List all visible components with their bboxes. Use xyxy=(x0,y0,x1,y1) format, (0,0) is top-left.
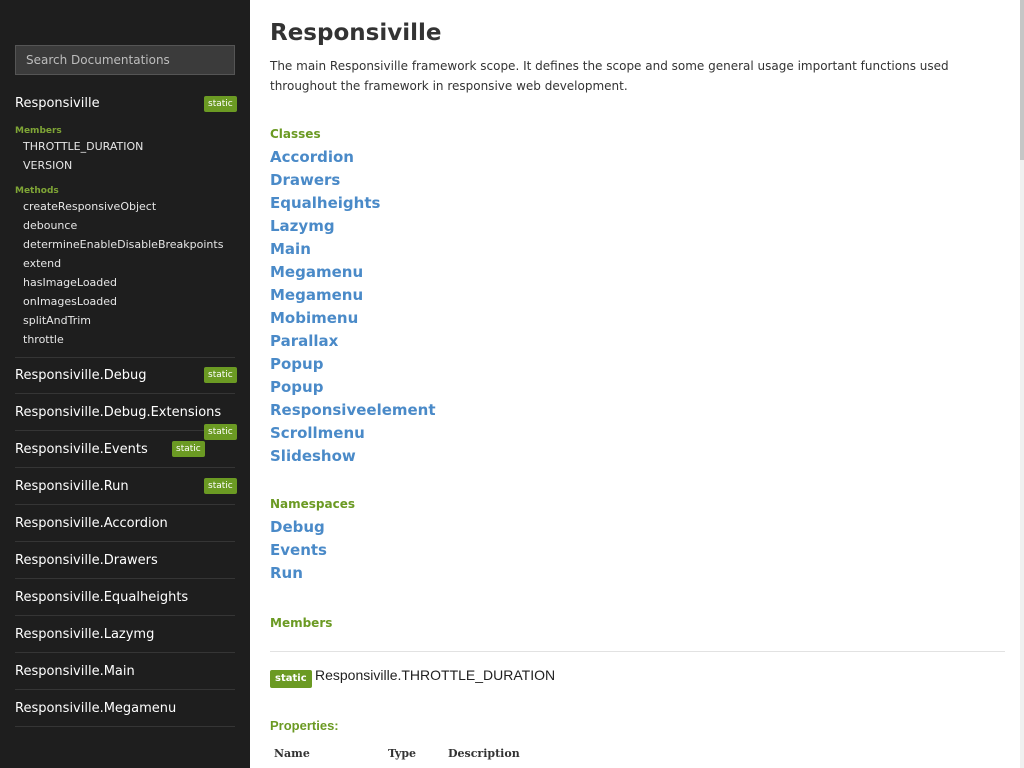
class-link[interactable]: Responsiveelement xyxy=(270,399,436,422)
class-link[interactable]: Scrollmenu xyxy=(270,422,436,445)
class-link[interactable]: Popup xyxy=(270,353,436,376)
method-item[interactable]: determineEnableDisableBreakpoints xyxy=(23,238,223,251)
search-input[interactable] xyxy=(15,45,235,75)
sidebar-item-label: Responsiville.Megamenu xyxy=(15,700,177,716)
class-link[interactable]: Main xyxy=(270,238,436,261)
namespace-link[interactable]: Run xyxy=(270,562,327,585)
class-link[interactable]: Slideshow xyxy=(270,445,436,468)
member-title: Responsiville.THROTTLE_DURATION xyxy=(315,667,556,683)
namespace-link[interactable]: Debug xyxy=(270,516,327,539)
properties-heading: Properties: xyxy=(270,718,339,733)
sidebar-item-responsiville[interactable]: Responsiville xyxy=(15,85,235,122)
static-badge: static xyxy=(204,367,237,383)
sidebar-item-label: Responsiville.Equalheights xyxy=(15,589,189,605)
sidebar-item-label: Responsiville.Accordion xyxy=(15,515,168,531)
sidebar-item-megamenu[interactable]: Responsiville.Megamenu xyxy=(15,690,235,727)
class-link[interactable]: Mobimenu xyxy=(270,307,436,330)
sidebar-item-run[interactable]: Responsiville.Run xyxy=(15,468,235,505)
static-badge: static xyxy=(172,441,205,457)
page-title: Responsiville xyxy=(270,20,442,46)
namespaces-list: Debug Events Run xyxy=(270,516,327,585)
scrollbar-thumb[interactable] xyxy=(1020,0,1024,160)
main-content: Responsiville The main Responsiville fra… xyxy=(270,0,1005,768)
class-link[interactable]: Parallax xyxy=(270,330,436,353)
sidebar-item-label: Responsiville.Main xyxy=(15,663,135,679)
method-item[interactable]: throttle xyxy=(23,333,64,346)
sidebar-item-label: Responsiville.Run xyxy=(15,478,129,494)
class-link[interactable]: Equalheights xyxy=(270,192,436,215)
member-item-throttle-duration[interactable]: THROTTLE_DURATION xyxy=(23,140,143,153)
sidebar-item-label: Responsiville.Lazymg xyxy=(15,626,155,642)
table-header-name: Name xyxy=(274,747,310,760)
method-item[interactable]: hasImageLoaded xyxy=(23,276,117,289)
static-badge: static xyxy=(204,478,237,494)
class-link[interactable]: Megamenu xyxy=(270,261,436,284)
sidebar-item-label: Responsiville.Drawers xyxy=(15,552,158,568)
namespaces-heading: Namespaces xyxy=(270,497,356,511)
class-link[interactable]: Megamenu xyxy=(270,284,436,307)
static-badge: static xyxy=(270,670,312,688)
method-item[interactable]: onImagesLoaded xyxy=(23,295,117,308)
page-scrollbar[interactable] xyxy=(1020,0,1024,768)
method-item[interactable]: splitAndTrim xyxy=(23,314,91,327)
method-item[interactable]: createResponsiveObject xyxy=(23,200,156,213)
sidebar: Responsiville static Members THROTTLE_DU… xyxy=(0,0,250,768)
sidebar-item-lazymg[interactable]: Responsiville.Lazymg xyxy=(15,616,235,653)
sidebar-item-label: Responsiville xyxy=(15,96,100,111)
members-heading: Members xyxy=(270,616,333,630)
sidebar-item-debug[interactable]: Responsiville.Debug xyxy=(15,357,235,394)
table-header-type: Type xyxy=(388,747,417,760)
sidebar-item-main[interactable]: Responsiville.Main xyxy=(15,653,235,690)
section-divider xyxy=(270,651,1005,652)
member-item-version[interactable]: VERSION xyxy=(23,159,72,172)
sidebar-item-debug-extensions[interactable]: Responsiville.Debug.Extensions xyxy=(15,394,235,431)
members-section-label: Members xyxy=(15,126,62,136)
static-badge: static xyxy=(204,96,237,112)
classes-heading: Classes xyxy=(270,127,321,141)
sidebar-item-label: Responsiville.Debug xyxy=(15,367,147,383)
classes-list: Accordion Drawers Equalheights Lazymg Ma… xyxy=(270,146,436,468)
table-header-description: Description xyxy=(448,747,520,760)
sidebar-item-drawers[interactable]: Responsiville.Drawers xyxy=(15,542,235,579)
class-link[interactable]: Popup xyxy=(270,376,436,399)
methods-section-label: Methods xyxy=(15,186,59,196)
sidebar-item-accordion[interactable]: Responsiville.Accordion xyxy=(15,505,235,542)
page-description: The main Responsiville framework scope. … xyxy=(270,59,949,93)
class-link[interactable]: Accordion xyxy=(270,146,436,169)
method-item[interactable]: extend xyxy=(23,257,61,270)
sidebar-item-label: Responsiville.Debug.Extensions xyxy=(15,404,222,420)
sidebar-item-equalheights[interactable]: Responsiville.Equalheights xyxy=(15,579,235,616)
class-link[interactable]: Drawers xyxy=(270,169,436,192)
method-item[interactable]: debounce xyxy=(23,219,77,232)
class-link[interactable]: Lazymg xyxy=(270,215,436,238)
sidebar-item-label: Responsiville.Events xyxy=(15,441,148,457)
namespace-link[interactable]: Events xyxy=(270,539,327,562)
